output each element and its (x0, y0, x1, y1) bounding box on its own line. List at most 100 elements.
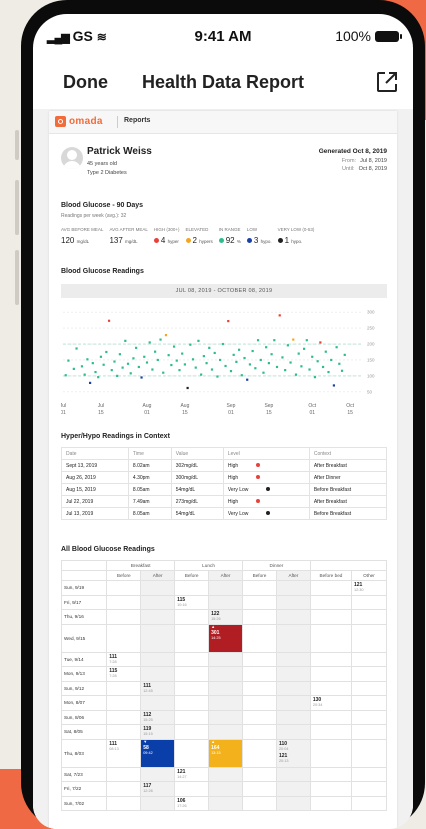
reading-cell[interactable] (140, 594, 176, 610)
reading-cell[interactable]: 115 7:28 (106, 666, 142, 682)
reading-cell[interactable] (242, 680, 277, 696)
reading-cell[interactable] (309, 738, 353, 768)
reading-cell[interactable] (140, 666, 176, 682)
reading-cell[interactable] (208, 580, 243, 596)
share-icon[interactable] (375, 70, 399, 94)
reading-cell[interactable] (106, 724, 142, 740)
reading-cell[interactable] (208, 766, 243, 782)
reading-cell[interactable] (174, 651, 210, 667)
reading-cell[interactable]: 121 12:30 (351, 580, 387, 596)
reading-cell[interactable] (242, 594, 277, 610)
reading-cell[interactable] (351, 695, 387, 711)
reading-cell[interactable]: 130 20:34 (309, 695, 353, 711)
reading-cell[interactable] (106, 580, 142, 596)
reading-cell[interactable] (242, 609, 277, 625)
reading-cell[interactable]: 115 10:16 (174, 594, 210, 610)
reading-cell[interactable] (174, 738, 210, 768)
reading-cell[interactable]: 111 12:45 (140, 680, 176, 696)
reading-cell[interactable] (140, 580, 176, 596)
reading-cell[interactable]: 106 17:26 (174, 795, 210, 811)
reading-cell[interactable] (351, 609, 387, 625)
reading-cell[interactable] (140, 623, 176, 653)
reading-cell[interactable] (275, 766, 311, 782)
reading-cell[interactable] (242, 709, 277, 725)
reading-cell[interactable] (174, 709, 210, 725)
reading-cell[interactable] (242, 738, 277, 768)
reading-cell[interactable] (242, 781, 277, 797)
reading-cell[interactable]: ▼ 58 09:42 (140, 738, 176, 768)
reading-cell[interactable] (208, 594, 243, 610)
reading-cell[interactable]: 112 15:25 (140, 709, 176, 725)
reading-cell[interactable] (309, 680, 353, 696)
reading-cell[interactable] (351, 724, 387, 740)
reading-cell[interactable] (275, 580, 311, 596)
reading-cell[interactable] (208, 680, 243, 696)
reading-cell[interactable] (309, 795, 353, 811)
reading-cell[interactable] (309, 766, 353, 782)
reading-cell[interactable] (242, 766, 277, 782)
reading-cell[interactable] (275, 651, 311, 667)
reading-cell[interactable] (309, 724, 353, 740)
reading-cell[interactable] (275, 724, 311, 740)
reading-cell[interactable] (309, 623, 353, 653)
reading-cell[interactable] (106, 709, 142, 725)
reading-cell[interactable] (174, 609, 210, 625)
reading-cell[interactable] (242, 651, 277, 667)
reading-cell[interactable] (106, 680, 142, 696)
reading-cell[interactable] (351, 651, 387, 667)
reading-cell[interactable] (174, 580, 210, 596)
reading-cell[interactable] (208, 709, 243, 725)
reading-cell[interactable] (351, 781, 387, 797)
reading-cell[interactable] (309, 666, 353, 682)
reading-cell[interactable] (208, 724, 243, 740)
reading-cell[interactable] (275, 594, 311, 610)
reading-cell[interactable] (106, 594, 142, 610)
reading-cell[interactable] (242, 580, 277, 596)
reading-cell[interactable]: ▲ 301 14:25 (208, 623, 243, 653)
reading-cell[interactable] (174, 781, 210, 797)
reading-cell[interactable] (140, 651, 176, 667)
reading-cell[interactable] (208, 781, 243, 797)
reading-cell[interactable] (309, 709, 353, 725)
reading-cell[interactable] (242, 695, 277, 711)
reading-cell[interactable] (208, 695, 243, 711)
reading-cell[interactable]: 111 08:13 (106, 738, 142, 768)
reading-cell[interactable] (106, 781, 142, 797)
reading-cell[interactable] (351, 766, 387, 782)
reading-cell[interactable] (106, 766, 142, 782)
reading-cell[interactable] (275, 680, 311, 696)
reading-cell[interactable] (106, 623, 142, 653)
reading-cell[interactable] (351, 738, 387, 768)
reading-cell[interactable] (309, 781, 353, 797)
reading-cell[interactable] (174, 695, 210, 711)
reading-cell[interactable] (351, 594, 387, 610)
reading-cell[interactable] (275, 623, 311, 653)
reading-cell[interactable] (242, 623, 277, 653)
reading-cell[interactable] (351, 623, 387, 653)
reading-cell[interactable] (242, 795, 277, 811)
reading-cell[interactable] (174, 724, 210, 740)
reading-cell[interactable] (106, 795, 142, 811)
reading-cell[interactable] (351, 680, 387, 696)
reading-cell[interactable] (275, 795, 311, 811)
reading-cell[interactable] (174, 680, 210, 696)
reading-cell[interactable] (106, 609, 142, 625)
reading-cell[interactable] (242, 724, 277, 740)
reading-cell[interactable] (208, 795, 243, 811)
reading-cell[interactable]: ▲ 164 13:15 (208, 738, 243, 768)
reading-cell[interactable] (208, 666, 243, 682)
reading-cell[interactable]: 121 14:27 (174, 766, 210, 782)
reading-cell[interactable] (309, 580, 353, 596)
reading-cell[interactable] (174, 666, 210, 682)
reading-cell[interactable] (174, 623, 210, 653)
reading-cell[interactable] (140, 766, 176, 782)
reading-cell[interactable] (351, 709, 387, 725)
reading-cell[interactable] (106, 695, 142, 711)
reading-cell[interactable] (275, 781, 311, 797)
reading-cell[interactable] (309, 651, 353, 667)
reading-cell[interactable] (140, 609, 176, 625)
reading-cell[interactable] (275, 609, 311, 625)
reading-cell[interactable] (140, 795, 176, 811)
reading-cell[interactable]: 110 20:04 121 20:13 (275, 738, 311, 768)
reading-cell[interactable] (275, 666, 311, 682)
